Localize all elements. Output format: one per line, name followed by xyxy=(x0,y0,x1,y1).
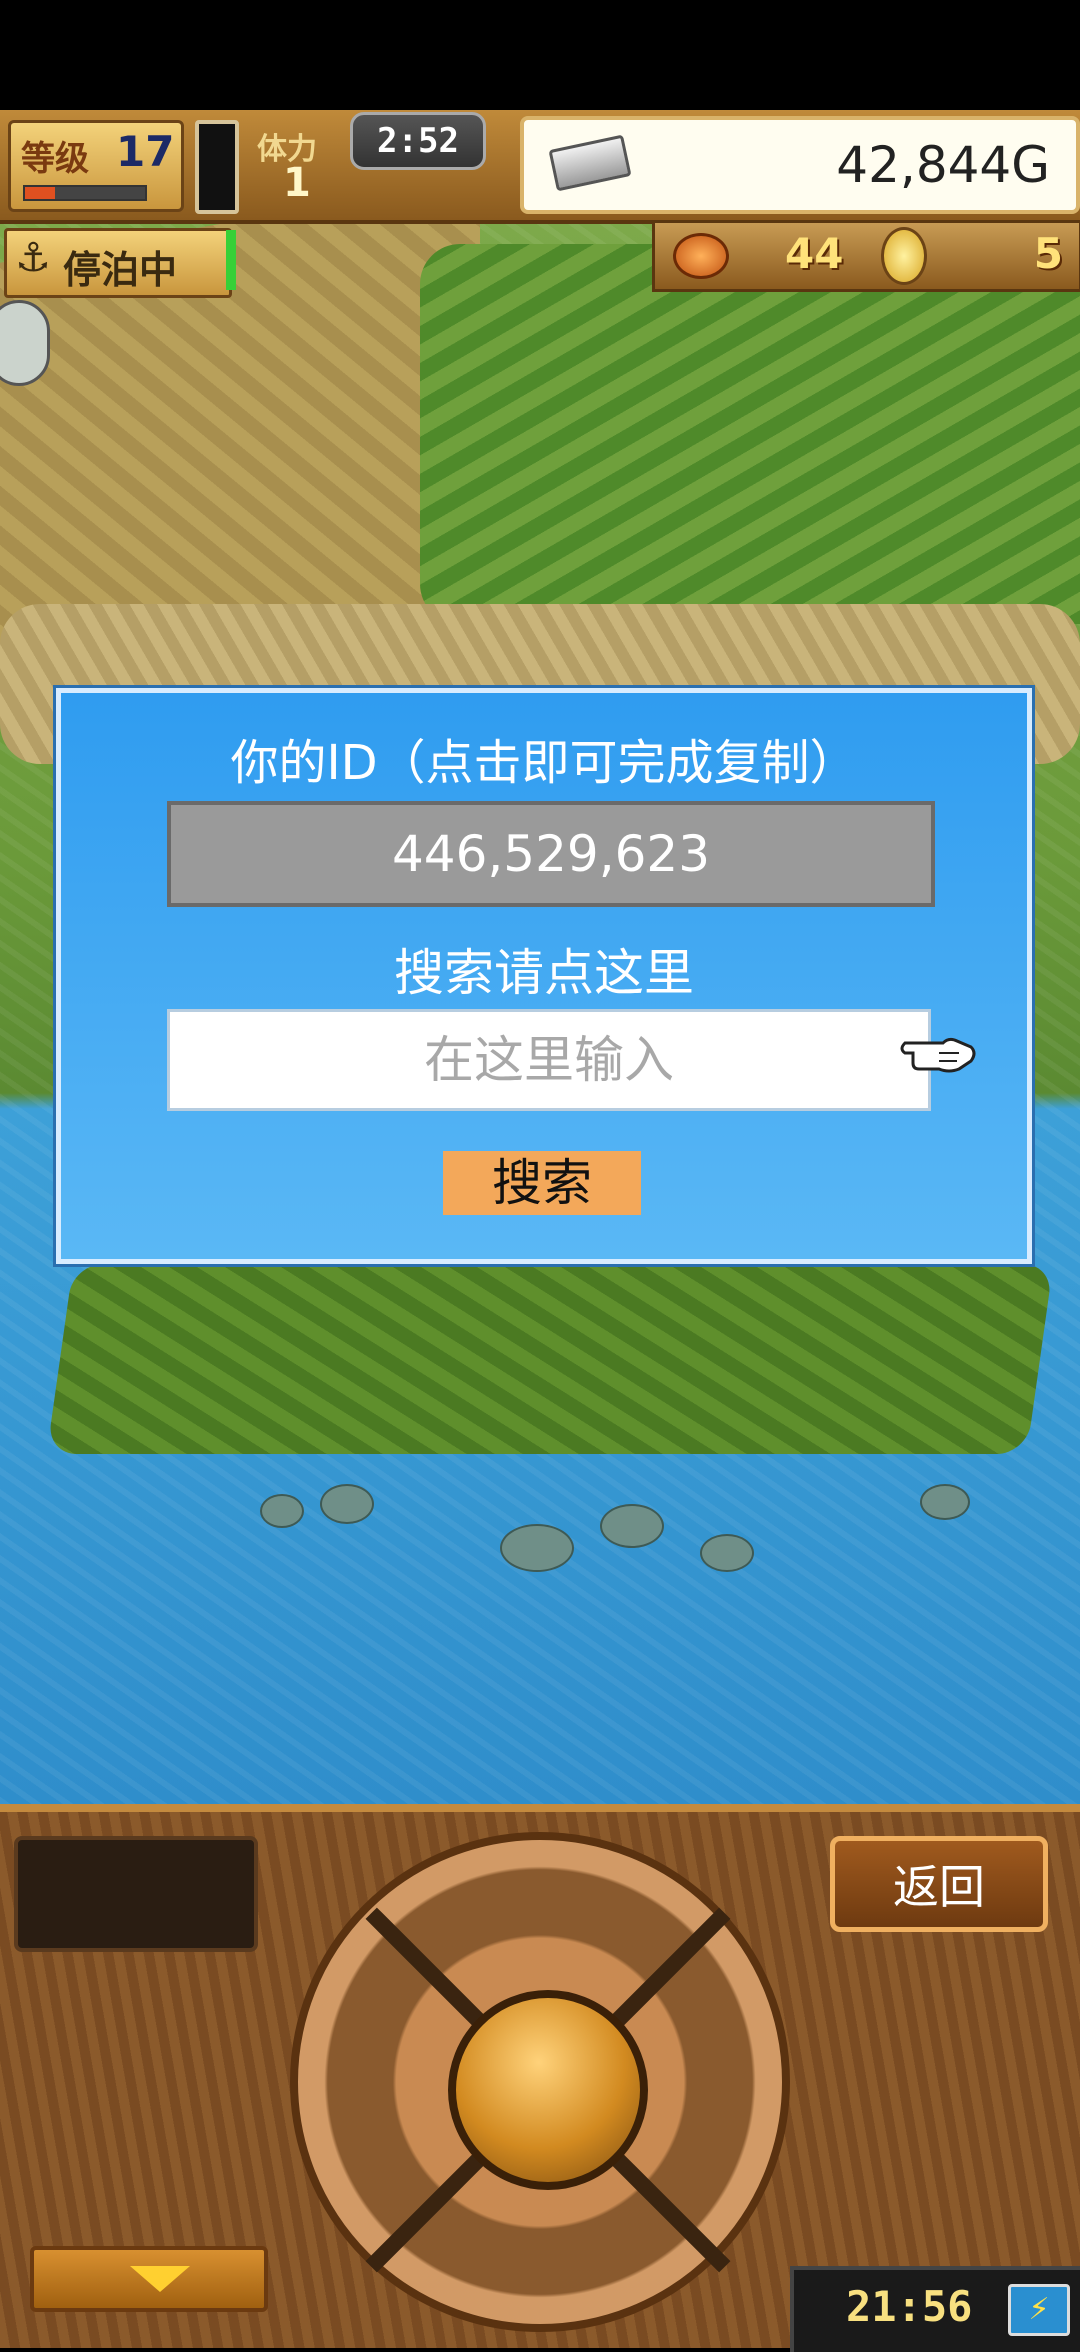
coin-count: 5 xyxy=(1033,229,1063,278)
experience-bar-fill xyxy=(25,187,55,199)
sea-rock xyxy=(500,1524,574,1572)
dpad-center-button[interactable] xyxy=(448,1990,648,2190)
gold-panel: 42,844G xyxy=(520,116,1080,214)
stamina-gauge xyxy=(195,120,239,214)
anchor-status-label: 停泊中 xyxy=(63,248,178,292)
clock: 21:56 xyxy=(846,2282,973,2331)
search-button[interactable]: 搜索 xyxy=(443,1151,641,1215)
level-value: 17 xyxy=(116,127,175,176)
directional-pad[interactable] xyxy=(290,1832,790,2332)
island-shore xyxy=(46,1264,1054,1454)
sea-rock xyxy=(700,1534,754,1572)
sea-rock xyxy=(920,1484,970,1520)
collapse-button[interactable] xyxy=(30,2246,268,2312)
clock-panel: 21:56 ⚡ xyxy=(790,2266,1080,2352)
stamina-timer: 2:52 xyxy=(350,112,486,170)
id-search-dialog: 你的ID（点击即可完成复制） 446,529,623 搜索请点这里 搜索 xyxy=(56,688,1032,1264)
anchor-icon: ⚓ xyxy=(15,235,51,281)
level-panel: 等级 17 xyxy=(8,120,184,212)
sea-rock xyxy=(320,1484,374,1524)
side-menu-tab[interactable] xyxy=(0,300,50,386)
sea-rock xyxy=(260,1494,304,1528)
system-status-bar xyxy=(0,0,1080,110)
sea-rock xyxy=(600,1504,664,1548)
id-copy-box[interactable]: 446,529,623 xyxy=(167,801,935,907)
gold-value: 42,844G xyxy=(836,136,1050,194)
experience-bar xyxy=(23,185,147,201)
anchor-indicator xyxy=(226,230,236,290)
stamina-value: 1 xyxy=(283,160,311,206)
search-input[interactable] xyxy=(167,1009,931,1111)
resource-count: 44 xyxy=(785,229,844,278)
return-button[interactable]: 返回 xyxy=(830,1836,1048,1932)
anchor-status[interactable]: ⚓ 停泊中 xyxy=(4,228,232,298)
coin-icon xyxy=(881,227,927,285)
level-label: 等级 xyxy=(21,139,89,179)
fish-icon xyxy=(673,233,729,279)
search-title: 搜索请点这里 xyxy=(394,944,694,1002)
stamina-panel: 体力 1 xyxy=(245,120,345,206)
silver-bar-icon xyxy=(548,134,632,192)
id-title: 你的ID（点击即可完成复制） xyxy=(230,735,858,791)
resource-bar: 44 5 xyxy=(652,220,1080,292)
empty-slot xyxy=(14,1836,258,1952)
down-arrow-icon xyxy=(130,2266,190,2292)
forest-terrace xyxy=(420,244,1080,624)
player-id: 446,529,623 xyxy=(391,825,711,883)
battery-icon: ⚡ xyxy=(1008,2284,1070,2336)
control-panel: 返回 21:56 ⚡ xyxy=(0,1804,1080,2352)
pointing-hand-icon xyxy=(900,1037,976,1073)
